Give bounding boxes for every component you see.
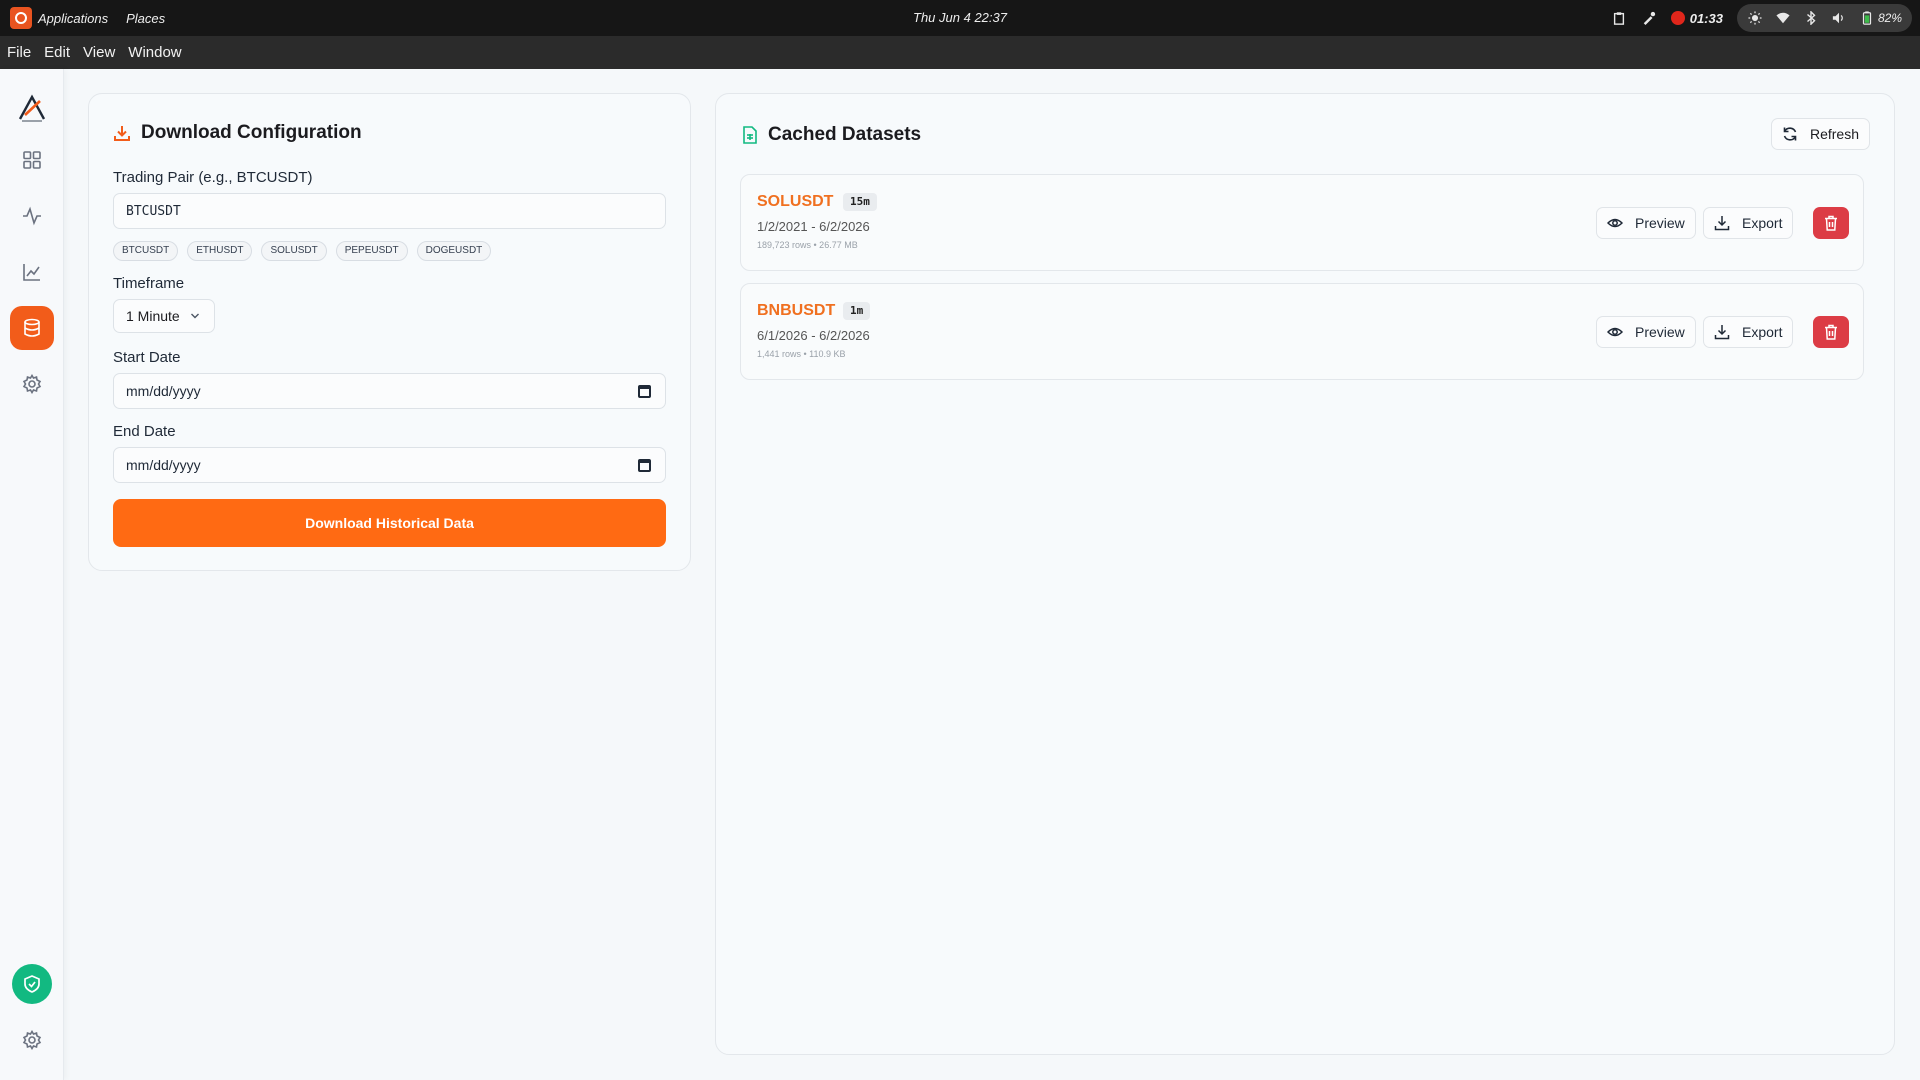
nav-settings-icon[interactable] bbox=[10, 362, 54, 406]
nav-activity-icon[interactable] bbox=[10, 194, 54, 238]
dataset-date-range: 1/2/2021 - 6/2/2026 bbox=[757, 219, 870, 234]
recording-time: 01:33 bbox=[1689, 10, 1723, 26]
chip-dogeusdt[interactable]: DOGEUSDT bbox=[416, 241, 492, 261]
cached-datasets-card: Cached Datasets Refresh SOLUSDT 15m 1/2/… bbox=[715, 93, 1895, 1055]
menu-edit[interactable]: Edit bbox=[43, 42, 71, 63]
nav-chart-icon[interactable] bbox=[10, 250, 54, 294]
dataset-symbol: SOLUSDT bbox=[757, 193, 834, 210]
start-date-input[interactable]: mm/dd/yyyy bbox=[113, 373, 666, 409]
end-date-placeholder: mm/dd/yyyy bbox=[126, 457, 201, 473]
menu-view[interactable]: View bbox=[82, 42, 116, 63]
refresh-label: Refresh bbox=[1809, 126, 1859, 142]
system-status-menu[interactable]: 82% bbox=[1736, 4, 1912, 32]
download-historical-data-button[interactable]: Download Historical Data bbox=[113, 499, 666, 547]
dataset-timeframe-badge: 1m bbox=[843, 302, 871, 320]
bluetooth-icon bbox=[1803, 10, 1819, 26]
screen-recording-indicator[interactable]: 01:33 bbox=[1670, 10, 1723, 26]
quick-pair-chips: BTCUSDT ETHUSDT SOLUSDT PEPEUSDT DOGEUSD… bbox=[113, 241, 492, 261]
system-top-panel: Applications Places Thu Jun 4 22:37 01:3… bbox=[0, 0, 1920, 36]
delete-button[interactable] bbox=[1813, 316, 1849, 348]
calendar-icon[interactable] bbox=[638, 459, 651, 472]
brightness-icon bbox=[1747, 10, 1763, 26]
download-icon bbox=[1714, 325, 1730, 340]
preview-button[interactable]: Preview bbox=[1596, 207, 1696, 239]
dataset-timeframe-badge: 15m bbox=[843, 193, 877, 211]
delete-button[interactable] bbox=[1813, 207, 1849, 239]
chip-solusdt[interactable]: SOLUSDT bbox=[261, 241, 327, 261]
trash-icon bbox=[1825, 324, 1837, 340]
menu-window[interactable]: Window bbox=[127, 42, 182, 63]
cached-datasets-title: Cached Datasets bbox=[768, 124, 922, 145]
eye-icon bbox=[1607, 218, 1623, 228]
nav-dashboard-icon[interactable] bbox=[10, 138, 54, 182]
dataset-meta: 189,723 rows • 26.77 MB bbox=[757, 240, 858, 250]
timeframe-label: Timeframe bbox=[113, 275, 185, 292]
bottom-settings-icon[interactable] bbox=[10, 1018, 54, 1062]
trading-pair-label: Trading Pair (e.g., BTCUSDT) bbox=[113, 169, 313, 186]
export-button[interactable]: Export bbox=[1703, 207, 1794, 239]
file-spreadsheet-icon bbox=[743, 126, 757, 144]
chip-ethusdt[interactable]: ETHUSDT bbox=[187, 241, 253, 261]
export-label: Export bbox=[1742, 215, 1783, 231]
places-menu[interactable]: Places bbox=[126, 11, 165, 26]
menu-file[interactable]: File bbox=[6, 42, 32, 63]
refresh-button[interactable]: Refresh bbox=[1770, 118, 1870, 150]
sidebar bbox=[0, 69, 64, 1080]
volume-icon bbox=[1831, 10, 1847, 26]
chevron-down-icon bbox=[190, 313, 199, 319]
applications-menu[interactable]: Applications bbox=[10, 7, 108, 29]
end-date-label: End Date bbox=[113, 423, 176, 440]
nav-database-icon[interactable] bbox=[10, 306, 54, 350]
dataset-meta: 1,441 rows • 110.9 KB bbox=[757, 349, 846, 359]
app-menubar: File Edit View Window bbox=[0, 36, 1920, 69]
dataset-row: BNBUSDT 1m 6/1/2026 - 6/2/2026 1,441 row… bbox=[740, 283, 1864, 380]
preview-label: Preview bbox=[1635, 215, 1685, 231]
app-logo-icon[interactable] bbox=[16, 93, 48, 125]
battery-level: 82% bbox=[1877, 11, 1902, 25]
dataset-symbol: BNBUSDT bbox=[757, 302, 836, 319]
wifi-icon bbox=[1775, 10, 1791, 26]
trading-pair-input[interactable]: BTCUSDT bbox=[113, 193, 666, 229]
download-icon bbox=[114, 126, 130, 141]
record-icon bbox=[1670, 11, 1685, 25]
download-configuration-title: Download Configuration bbox=[141, 122, 362, 143]
timeframe-value: 1 Minute bbox=[126, 308, 180, 324]
applications-label: Applications bbox=[38, 10, 109, 26]
start-date-placeholder: mm/dd/yyyy bbox=[126, 383, 201, 399]
color-picker-icon[interactable] bbox=[1641, 10, 1657, 26]
timeframe-select[interactable]: 1 Minute bbox=[113, 299, 215, 333]
end-date-input[interactable]: mm/dd/yyyy bbox=[113, 447, 666, 483]
chip-pepeusdt[interactable]: PEPEUSDT bbox=[335, 241, 408, 261]
security-shield-icon[interactable] bbox=[12, 964, 52, 1004]
calendar-icon[interactable] bbox=[638, 385, 651, 398]
eye-icon bbox=[1607, 327, 1623, 337]
battery-icon bbox=[1859, 10, 1875, 26]
download-configuration-card: Download Configuration Trading Pair (e.g… bbox=[88, 93, 691, 571]
dataset-row: SOLUSDT 15m 1/2/2021 - 6/2/2026 189,723 … bbox=[740, 174, 1864, 271]
start-date-label: Start Date bbox=[113, 349, 181, 366]
refresh-icon bbox=[1783, 127, 1797, 141]
export-button[interactable]: Export bbox=[1703, 316, 1794, 348]
export-label: Export bbox=[1742, 324, 1783, 340]
preview-label: Preview bbox=[1635, 324, 1685, 340]
ubuntu-logo-icon bbox=[10, 7, 32, 29]
preview-button[interactable]: Preview bbox=[1596, 316, 1696, 348]
download-icon bbox=[1714, 216, 1730, 231]
chip-btcusdt[interactable]: BTCUSDT bbox=[113, 241, 179, 261]
dataset-date-range: 6/1/2026 - 6/2/2026 bbox=[757, 328, 870, 343]
trash-icon bbox=[1825, 215, 1837, 231]
clipboard-icon[interactable] bbox=[1611, 10, 1627, 26]
